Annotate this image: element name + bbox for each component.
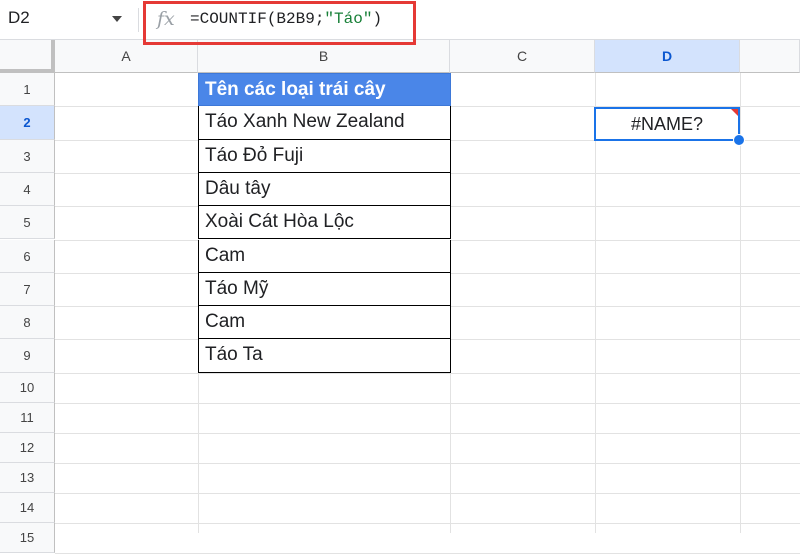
column-header-e[interactable] <box>740 40 800 73</box>
column-header-d[interactable]: D <box>595 40 740 73</box>
row-header[interactable]: 3 <box>0 139 55 173</box>
table-cell[interactable]: Táo Đỏ Fuji <box>198 139 451 173</box>
fill-handle[interactable] <box>733 134 745 146</box>
grid-line <box>55 462 800 464</box>
grid-line <box>55 402 800 404</box>
row-header[interactable]: 4 <box>0 172 55 207</box>
table-header-cell[interactable]: Tên các loại trái cây <box>198 73 451 107</box>
name-box[interactable]: D2 <box>8 8 30 28</box>
table-cell[interactable]: Dâu tây <box>198 172 451 207</box>
divider <box>138 8 139 32</box>
cell-d2[interactable]: #NAME? <box>594 107 740 141</box>
grid-line <box>55 432 800 434</box>
error-value: #NAME? <box>630 114 704 134</box>
grid-line <box>55 522 800 524</box>
row-header[interactable]: 2 <box>0 106 55 140</box>
row-header[interactable]: 9 <box>0 339 55 373</box>
row-header[interactable]: 8 <box>0 306 55 340</box>
table-cell[interactable]: Táo Ta <box>198 339 451 373</box>
select-all-corner[interactable] <box>0 40 55 73</box>
row-header[interactable]: 10 <box>0 372 55 403</box>
grid-line <box>55 492 800 494</box>
row-header[interactable]: 1 <box>0 73 55 107</box>
grid-line <box>55 372 800 374</box>
row-header[interactable]: 6 <box>0 239 55 273</box>
table-cell[interactable]: Cam <box>198 306 451 340</box>
row-header[interactable]: 13 <box>0 462 55 493</box>
formula-highlight-box <box>143 1 416 45</box>
row-header[interactable]: 14 <box>0 492 55 523</box>
column-header-c[interactable]: C <box>450 40 595 73</box>
row-header[interactable]: 11 <box>0 402 55 433</box>
row-header[interactable]: 12 <box>0 432 55 463</box>
grid-line <box>595 73 596 533</box>
chevron-down-icon[interactable] <box>112 16 122 22</box>
row-header[interactable]: 7 <box>0 272 55 307</box>
error-indicator-icon <box>731 109 738 116</box>
row-header[interactable]: 15 <box>0 522 55 553</box>
table-cell[interactable]: Xoài Cát Hòa Lộc <box>198 206 451 240</box>
table-cell[interactable]: Táo Mỹ <box>198 272 451 307</box>
table-cell[interactable]: Cam <box>198 239 451 273</box>
row-header[interactable]: 5 <box>0 206 55 240</box>
table-cell[interactable]: Táo Xanh New Zealand <box>198 106 451 140</box>
